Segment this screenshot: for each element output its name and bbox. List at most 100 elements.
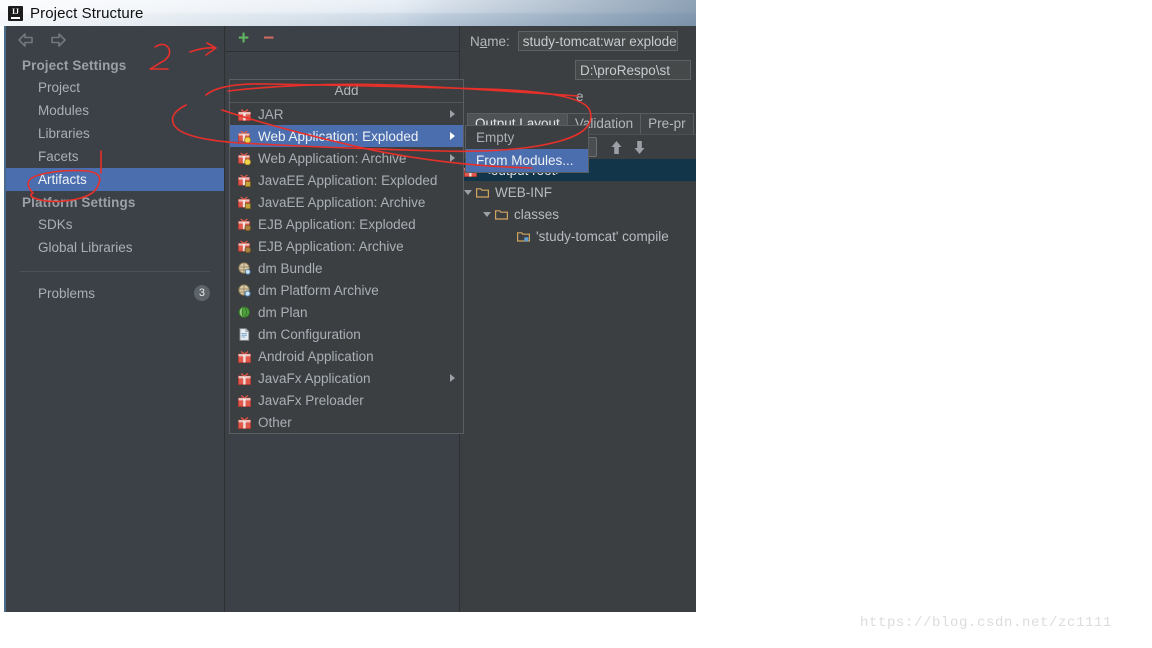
- artifact-output-path-field[interactable]: D:\proRespo\st: [575, 60, 691, 80]
- javaee-archive-artifact-icon: [238, 196, 251, 209]
- submenu-item-empty[interactable]: Empty: [466, 126, 588, 149]
- menu-item-label: EJB Application: Exploded: [258, 216, 416, 232]
- menu-item-android-application[interactable]: Android Application: [230, 345, 463, 367]
- other-artifact-icon: [238, 416, 251, 429]
- ejb-archive-artifact-icon: [238, 240, 251, 253]
- sidebar-item-sdks[interactable]: SDKs: [6, 213, 224, 236]
- dm-platform-archive-icon: [238, 283, 251, 297]
- artifact-name-row: Name: study-tomcat:war exploded: [461, 26, 696, 56]
- menu-item-javafx-preloader[interactable]: JavaFx Preloader: [230, 389, 463, 411]
- menu-item-dm-plan[interactable]: dm Plan: [230, 301, 463, 323]
- android-artifact-icon: [238, 350, 251, 363]
- sidebar-navigation-bar: [6, 26, 224, 54]
- sidebar-item-problems[interactable]: Problems 3: [6, 282, 224, 304]
- intellij-idea-logo-icon: IJ: [8, 5, 23, 21]
- sidebar-item-global-libraries[interactable]: Global Libraries: [6, 236, 224, 259]
- menu-item-label: JavaEE Application: Archive: [258, 194, 426, 210]
- chevron-right-icon: [450, 132, 455, 140]
- problems-count-badge: 3: [193, 285, 210, 301]
- submenu-item-label: Empty: [476, 130, 515, 145]
- menu-item-jar[interactable]: JAR: [230, 103, 463, 125]
- web-exploded-submenu: Empty From Modules...: [465, 125, 589, 173]
- menu-item-ejb-application-archive[interactable]: EJB Application: Archive: [230, 235, 463, 257]
- menu-item-label: dm Platform Archive: [258, 282, 379, 298]
- web-exploded-artifact-icon: [238, 130, 251, 143]
- move-down-icon[interactable]: [633, 140, 646, 155]
- submenu-item-label: From Modules...: [476, 153, 574, 168]
- tree-row[interactable]: WEB-INF: [461, 181, 696, 203]
- sidebar-item-problems-label: Problems: [38, 285, 96, 301]
- menu-item-label: EJB Application: Archive: [258, 238, 404, 254]
- javafx-preloader-icon: [238, 394, 251, 407]
- artifact-name-label: Name:: [470, 33, 510, 49]
- menu-item-dm-platform-archive[interactable]: dm Platform Archive: [230, 279, 463, 301]
- menu-item-javaee-application-exploded[interactable]: JavaEE Application: Exploded: [230, 169, 463, 191]
- menu-item-label: dm Plan: [258, 304, 308, 320]
- sidebar-section-project-settings: Project Settings: [22, 58, 127, 73]
- menu-item-label: Web Application: Exploded: [258, 128, 419, 144]
- plus-icon[interactable]: +: [238, 29, 249, 48]
- tree-row[interactable]: 'study-tomcat' compile: [461, 225, 696, 247]
- menu-item-label: Android Application: [258, 348, 374, 364]
- dm-bundle-icon: [238, 261, 251, 275]
- chevron-right-icon: [450, 110, 455, 118]
- sidebar-item-libraries[interactable]: Libraries: [6, 122, 224, 145]
- sidebar-item-facets[interactable]: Facets: [6, 145, 224, 168]
- sidebar-section-platform-settings: Platform Settings: [22, 195, 136, 210]
- sidebar-item-modules[interactable]: Modules: [6, 99, 224, 122]
- tree-row[interactable]: classes: [461, 203, 696, 225]
- chevron-right-icon: [450, 154, 455, 162]
- tree-node-label: classes: [514, 206, 560, 222]
- artifacts-toolbar: + −: [226, 26, 459, 52]
- menu-item-web-application-exploded[interactable]: Web Application: Exploded: [230, 125, 463, 147]
- add-menu-title: Add: [230, 80, 463, 103]
- title-bar-right-shade: [396, 0, 696, 26]
- web-archive-artifact-icon: [238, 152, 251, 165]
- menu-item-label: JavaEE Application: Exploded: [258, 172, 438, 188]
- artifact-option-row: e: [461, 84, 696, 108]
- artifact-detail-panel: Name: study-tomcat:war exploded D:\proRe…: [461, 26, 696, 612]
- menu-item-other[interactable]: Other: [230, 411, 463, 433]
- javaee-exploded-artifact-icon: [238, 174, 251, 187]
- menu-item-label: dm Configuration: [258, 326, 361, 342]
- sidebar-item-artifacts[interactable]: Artifacts: [6, 168, 224, 191]
- minus-icon[interactable]: −: [263, 29, 274, 48]
- module-output-icon: [517, 230, 530, 243]
- settings-sidebar: Project Settings Project Modules Librari…: [6, 26, 225, 612]
- window-title-bar: IJ Project Structure: [0, 0, 696, 26]
- tab-pre-processing[interactable]: Pre-pr: [640, 113, 694, 134]
- artifact-option-cut-label: e: [576, 88, 584, 104]
- ejb-exploded-artifact-icon: [238, 218, 251, 231]
- chevron-down-icon[interactable]: [464, 189, 472, 195]
- watermark-text: https://blog.csdn.net/zc1111: [860, 615, 1113, 631]
- menu-item-web-application-archive[interactable]: Web Application: Archive: [230, 147, 463, 169]
- menu-item-ejb-application-exploded[interactable]: EJB Application: Exploded: [230, 213, 463, 235]
- menu-item-dm-configuration[interactable]: dm Configuration: [230, 323, 463, 345]
- menu-item-label: JavaFx Application: [258, 370, 371, 386]
- folder-icon: [495, 208, 508, 221]
- menu-item-javaee-application-archive[interactable]: JavaEE Application: Archive: [230, 191, 463, 213]
- add-artifact-menu: Add JAR Web Application: Exploded Web Ap…: [229, 79, 464, 434]
- arrow-left-icon[interactable]: [16, 32, 36, 48]
- folder-icon: [476, 186, 489, 199]
- move-up-icon[interactable]: [610, 140, 623, 155]
- chevron-down-icon[interactable]: [483, 211, 491, 217]
- project-structure-dialog: Project Settings Project Modules Librari…: [4, 26, 696, 612]
- tree-node-label: 'study-tomcat' compile: [536, 228, 669, 244]
- menu-item-label: Other: [258, 414, 292, 430]
- menu-item-javafx-application[interactable]: JavaFx Application: [230, 367, 463, 389]
- artifact-name-field[interactable]: study-tomcat:war exploded: [517, 31, 678, 51]
- menu-item-label: dm Bundle: [258, 260, 323, 276]
- window-title: Project Structure: [30, 4, 144, 22]
- artifact-output-path-row: D:\proRespo\st: [461, 56, 696, 84]
- javafx-artifact-icon: [238, 372, 251, 385]
- dm-configuration-icon: [238, 327, 251, 341]
- chevron-right-icon: [450, 374, 455, 382]
- sidebar-item-project[interactable]: Project: [6, 76, 224, 99]
- arrow-right-icon[interactable]: [48, 32, 68, 48]
- sidebar-divider: [20, 271, 210, 272]
- jar-artifact-icon: [238, 108, 251, 121]
- menu-item-label: JAR: [258, 106, 284, 122]
- submenu-item-from-modules[interactable]: From Modules...: [466, 149, 588, 172]
- menu-item-dm-bundle[interactable]: dm Bundle: [230, 257, 463, 279]
